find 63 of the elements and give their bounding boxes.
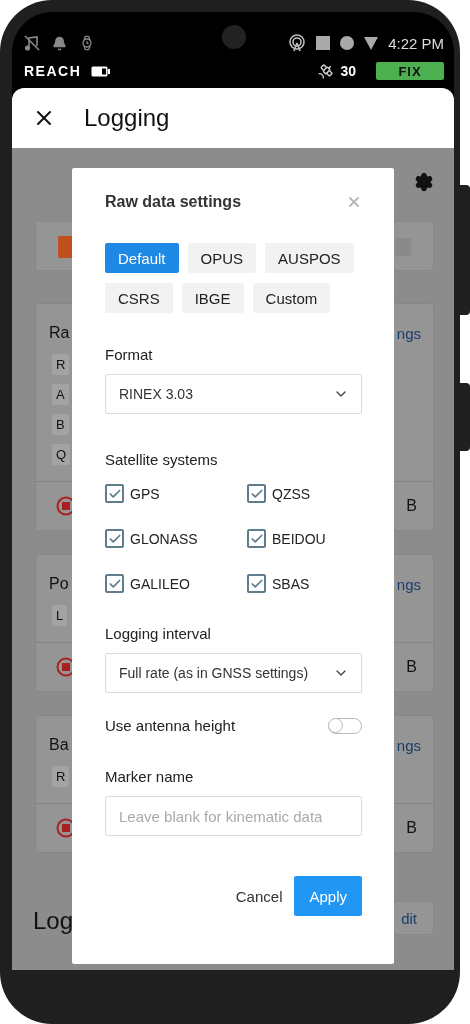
checkbox[interactable] (247, 529, 266, 548)
preset-button[interactable]: IBGE (181, 283, 244, 313)
hotspot-icon (288, 34, 307, 52)
tag: Q (52, 444, 71, 465)
bell-icon (52, 35, 67, 51)
camera-hole (222, 25, 246, 49)
settings-link[interactable]: ngs (396, 736, 421, 754)
dialog-title: Raw data settings (105, 193, 242, 211)
triangle-icon (364, 36, 379, 50)
clock: 4:22 PM (388, 34, 444, 52)
settings-icon[interactable] (414, 172, 434, 192)
checkbox[interactable] (247, 484, 266, 503)
tag: A (52, 384, 69, 405)
checkbox[interactable] (105, 484, 124, 503)
file-size: B (406, 497, 417, 515)
field-label: Satellite systems (105, 451, 219, 468)
format-select[interactable]: RINEX 3.03 (105, 374, 362, 414)
tag: B (52, 414, 69, 435)
tag: L (52, 605, 68, 626)
edit-link[interactable]: dit (401, 909, 417, 927)
checkbox-label: BEIDOU (272, 530, 326, 547)
marker-name-field[interactable]: Leave blank for kinematic data (105, 796, 362, 836)
muted-note-icon (24, 35, 40, 51)
checkbox[interactable] (105, 529, 124, 548)
watch-icon (79, 35, 95, 51)
status-bar (395, 238, 411, 256)
square-icon (316, 36, 331, 50)
settings-link[interactable]: ngs (396, 575, 421, 593)
file-size: B (406, 819, 417, 837)
preset-button[interactable]: OPUS (187, 243, 257, 273)
cancel-button[interactable]: Cancel (235, 879, 283, 913)
satellite-count: 30 (340, 63, 356, 79)
toggle-switch[interactable] (328, 717, 362, 734)
preset-button[interactable]: Default (105, 243, 179, 273)
checkbox[interactable] (247, 574, 266, 593)
settings-link[interactable]: ngs (396, 324, 421, 342)
card-title: Ba (49, 736, 69, 754)
circle-icon (340, 36, 355, 50)
checkbox[interactable] (105, 574, 124, 593)
card-title: Po (49, 575, 69, 593)
tag: R (52, 766, 70, 787)
tag: R (52, 354, 70, 375)
file-size: B (406, 658, 417, 676)
preset-button[interactable]: CSRS (105, 283, 173, 313)
checkbox-label: GPS (130, 485, 160, 502)
battery-icon (91, 65, 112, 77)
checkbox-label: QZSS (272, 485, 311, 502)
page-title: Logging (84, 104, 170, 132)
checkbox-label: GALILEO (130, 575, 190, 592)
checkbox-label: SBAS (272, 575, 310, 592)
field-label: Logging interval (105, 625, 212, 642)
field-label: Marker name (105, 768, 195, 785)
device-name: REACH (24, 63, 82, 79)
fix-badge: FIX (376, 62, 444, 80)
interval-select[interactable]: Full rate (as in GNSS settings) (105, 653, 362, 693)
field-label: Format (105, 346, 154, 363)
satellite-icon (317, 62, 335, 80)
section-title: Log (33, 907, 74, 935)
field-label: Use antenna height (105, 717, 236, 734)
card-title: Ra (49, 324, 70, 342)
checkbox-label: GLONASS (130, 530, 198, 547)
preset-button[interactable]: AUSPOS (265, 243, 354, 273)
preset-button[interactable]: Custom (252, 283, 331, 313)
